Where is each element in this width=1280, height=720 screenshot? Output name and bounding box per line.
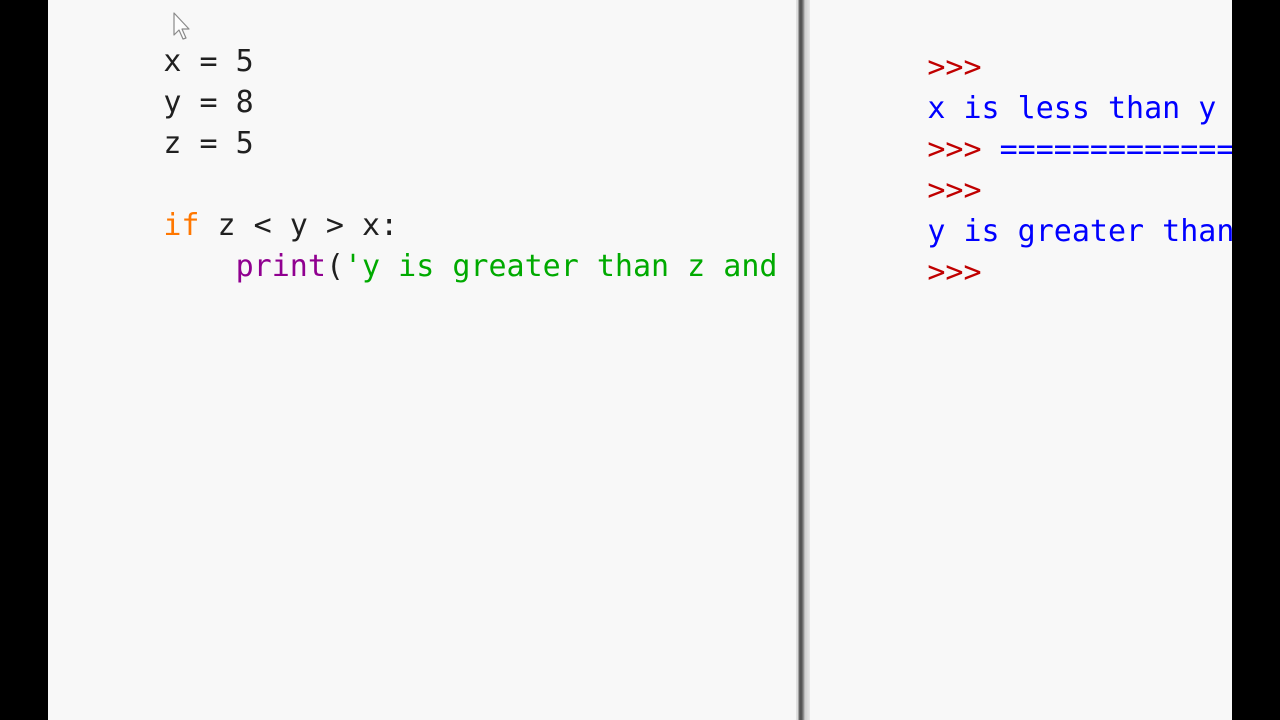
editor-line-5[interactable]: if z < y > x: [55, 164, 398, 243]
code-text: z = 5 [163, 126, 254, 161]
mouse-pointer-icon [173, 12, 190, 40]
editor-line-3[interactable]: z = 5 [55, 82, 253, 161]
shell-line-5: y is greater than z [819, 170, 1232, 249]
code-editor[interactable]: x = 5 y = 8 z = 5 if z < y > x: print('y… [48, 0, 796, 720]
shell-line-4: >>> [819, 129, 981, 208]
editor-line-2[interactable]: y = 8 [55, 41, 253, 120]
screen-frame: x = 5 y = 8 z = 5 if z < y > x: print('y… [0, 0, 1280, 720]
pane-divider[interactable] [796, 0, 810, 720]
shell-line-2: x is less than y [819, 47, 1216, 126]
string-token: 'y is greater than z and [344, 249, 778, 284]
paren-token: ( [325, 249, 344, 284]
shell-input-line[interactable]: >>> [819, 211, 981, 290]
shell-line-1: >>> [819, 6, 981, 85]
shell-restart-separator: ================= [999, 132, 1232, 167]
editor-line-4[interactable] [55, 123, 163, 164]
editor-line-6[interactable]: print('y is greater than z and [55, 205, 778, 284]
shell-line-3: >>> ================= [819, 88, 1232, 167]
builtin-token: print [235, 249, 326, 284]
editor-line-1[interactable]: x = 5 [55, 0, 253, 79]
python-shell[interactable]: >>> x is less than y >>> ===============… [810, 0, 1232, 720]
shell-prompt: >>> [927, 255, 982, 290]
